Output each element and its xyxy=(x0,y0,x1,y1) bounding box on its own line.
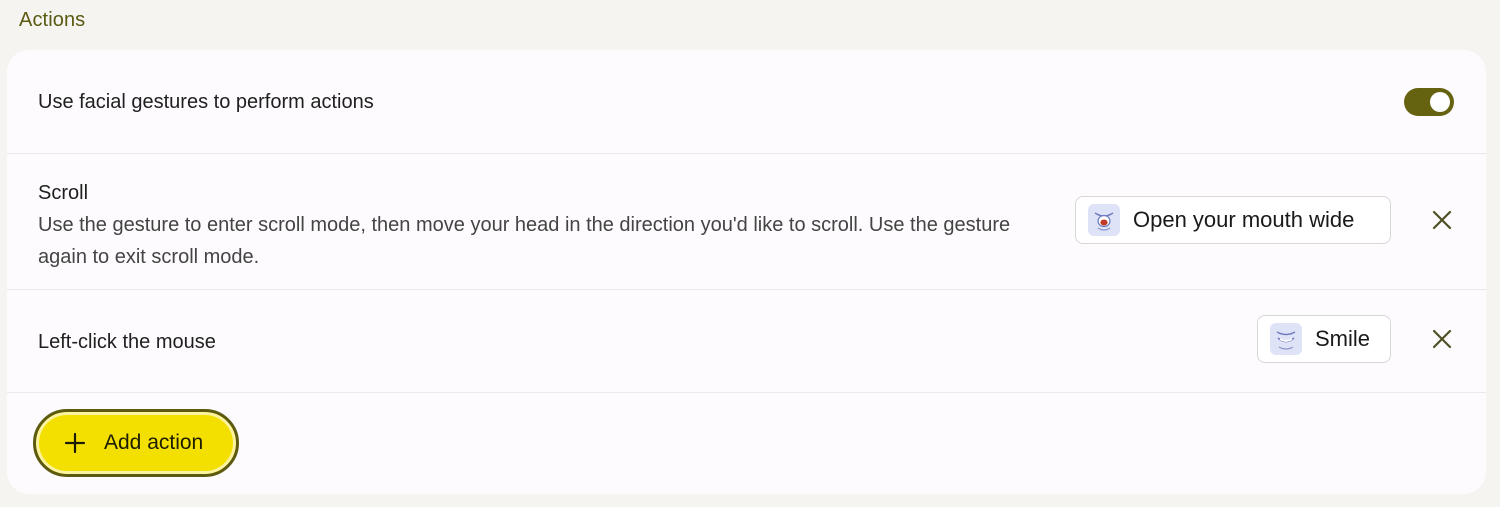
action-row-left-click: Left-click the mouse Smile xyxy=(7,290,1486,393)
smile-face-icon xyxy=(1270,323,1302,355)
toggle-knob xyxy=(1430,92,1450,112)
facial-gestures-toggle-label: Use facial gestures to perform actions xyxy=(38,91,374,113)
add-action-button[interactable]: Add action xyxy=(33,409,239,477)
section-title: Actions xyxy=(19,9,86,31)
close-icon xyxy=(1432,210,1452,230)
facial-gestures-toggle[interactable] xyxy=(1404,88,1454,116)
gesture-chip-label: Open your mouth wide xyxy=(1133,207,1355,232)
action-row-scroll: Scroll Use the gesture to enter scroll m… xyxy=(7,154,1486,290)
close-icon xyxy=(1432,329,1452,349)
facial-gestures-toggle-row[interactable]: Use facial gestures to perform actions xyxy=(7,50,1486,154)
action-description: Use the gesture to enter scroll mode, th… xyxy=(38,214,1011,268)
gesture-chip-smile[interactable]: Smile xyxy=(1257,315,1391,363)
add-action-label: Add action xyxy=(104,431,204,454)
remove-action-left-click-button[interactable] xyxy=(1424,321,1460,357)
gesture-chip-label: Smile xyxy=(1315,326,1371,351)
actions-card: Use facial gestures to perform actions S… xyxy=(7,50,1486,494)
open-mouth-face-icon xyxy=(1088,204,1120,236)
remove-action-scroll-button[interactable] xyxy=(1424,202,1460,238)
gesture-chip-open-mouth[interactable]: Open your mouth wide xyxy=(1075,196,1391,244)
plus-icon xyxy=(64,432,86,454)
action-title: Left-click the mouse xyxy=(38,331,216,353)
action-title: Scroll xyxy=(38,182,89,204)
